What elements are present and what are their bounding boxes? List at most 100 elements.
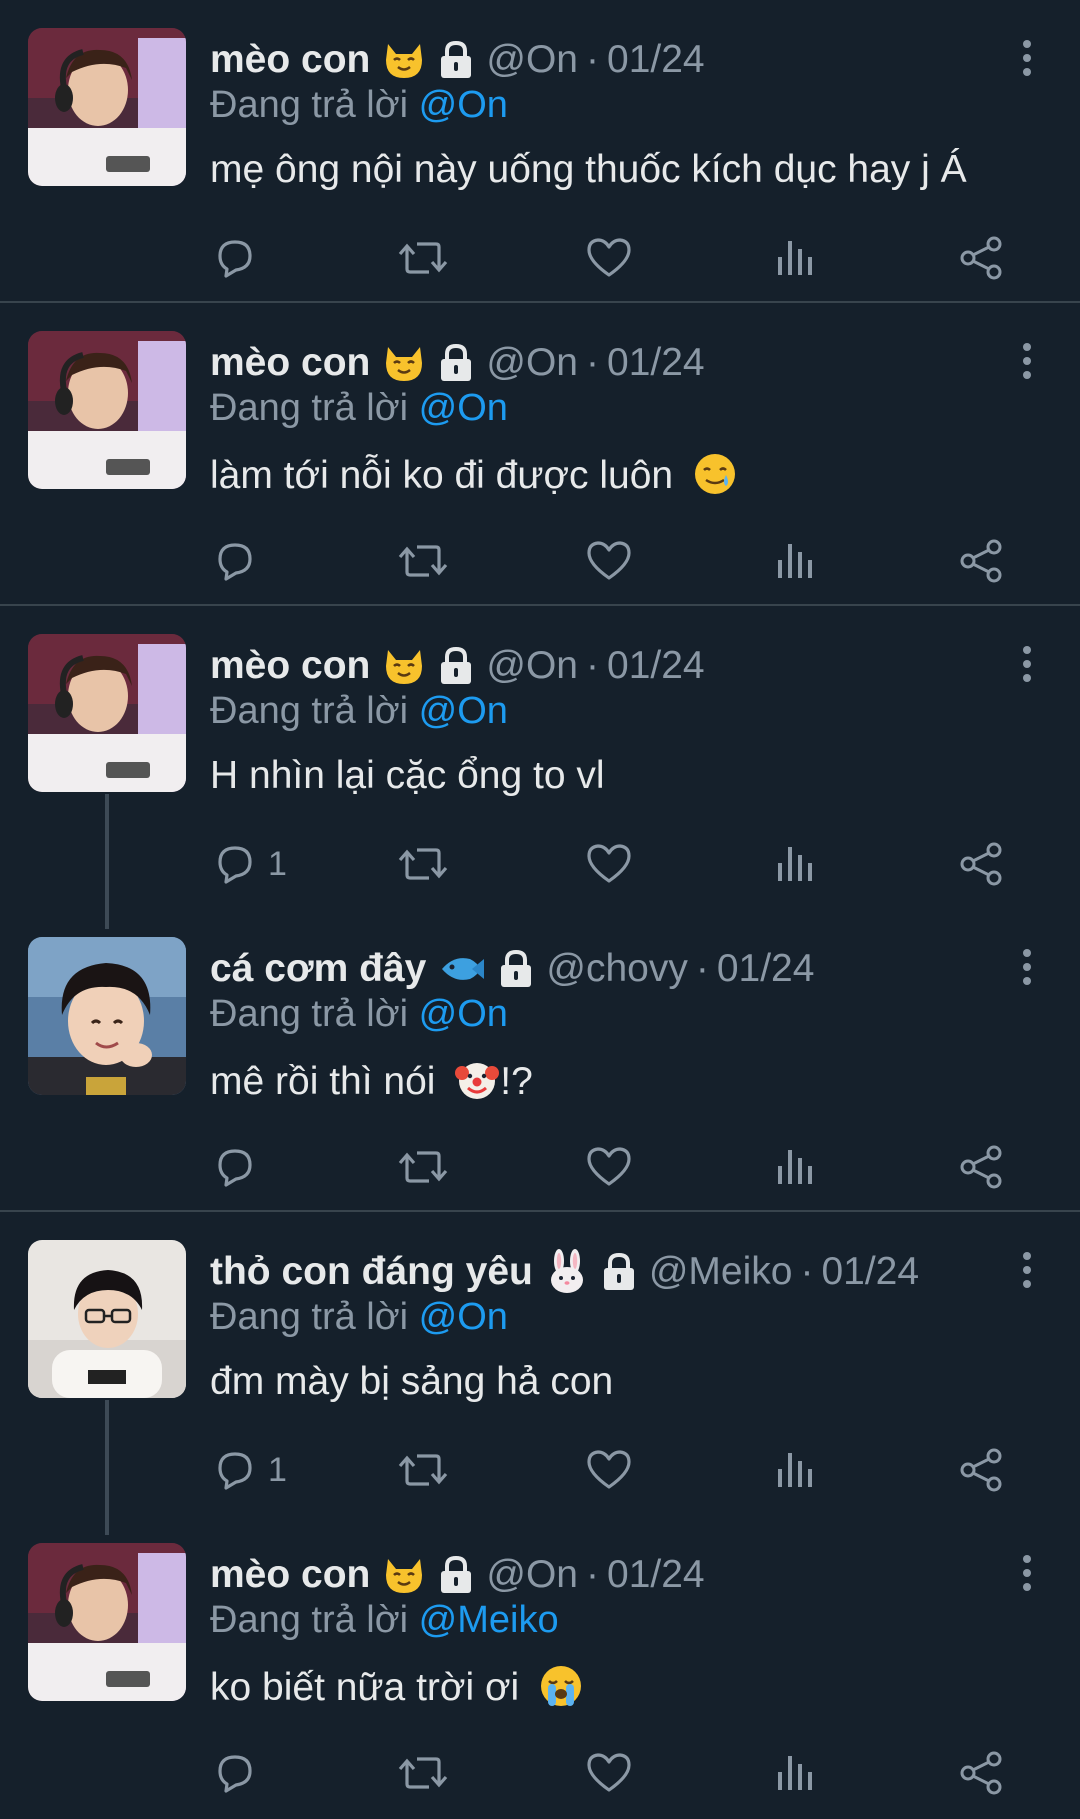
tweet[interactable]: mèo con @On · 01/24 Đang trả lời @Meiko … — [0, 1515, 1080, 1818]
lock-icon — [438, 646, 474, 686]
like-button[interactable] — [585, 230, 633, 286]
avatar[interactable] — [28, 331, 186, 489]
user-handle[interactable]: @Meiko — [649, 1250, 793, 1294]
more-vertical-icon[interactable] — [1012, 644, 1042, 684]
tweet-date[interactable]: 01/24 — [607, 341, 705, 385]
views-icon — [778, 241, 812, 275]
tweet[interactable]: mèo con @On · 01/24 Đang trả lời @On H n… — [0, 606, 1080, 929]
heart-icon — [587, 1753, 631, 1792]
retweet-button[interactable] — [397, 836, 449, 892]
retweet-button[interactable] — [397, 230, 449, 286]
tweet-date[interactable]: 01/24 — [607, 38, 705, 82]
display-name[interactable]: thỏ con đáng yêu — [210, 1250, 533, 1294]
retweet-button[interactable] — [397, 533, 449, 589]
reply-mention[interactable]: @On — [419, 993, 508, 1035]
display-name[interactable]: mèo con — [210, 38, 370, 82]
more-vertical-icon[interactable] — [1012, 1250, 1042, 1290]
display-name[interactable]: mèo con — [210, 1553, 370, 1597]
views-button[interactable] — [772, 533, 816, 589]
views-button[interactable] — [772, 1139, 816, 1195]
reply-mention[interactable]: @On — [419, 690, 508, 732]
tweet[interactable]: thỏ con đáng yêu @Meiko · 01/24 Đang trả… — [0, 1212, 1080, 1535]
replying-to-label: Đang trả lời — [210, 993, 409, 1035]
views-button[interactable] — [772, 230, 816, 286]
reply-icon — [218, 543, 252, 581]
share-button[interactable] — [958, 533, 1006, 589]
views-button[interactable] — [772, 836, 816, 892]
tweet-actions: 1 — [0, 1434, 1080, 1504]
tweet-date[interactable]: 01/24 — [607, 644, 705, 688]
heart-icon — [587, 844, 631, 883]
reply-mention[interactable]: @On — [419, 84, 508, 126]
reply-mention[interactable]: @On — [419, 387, 508, 429]
like-button[interactable] — [585, 1139, 633, 1195]
like-button[interactable] — [585, 533, 633, 589]
avatar[interactable] — [28, 28, 186, 186]
share-button[interactable] — [958, 1745, 1006, 1801]
tweet-actions — [0, 1131, 1080, 1201]
tweet-date[interactable]: 01/24 — [607, 1553, 705, 1597]
reply-button[interactable] — [212, 230, 258, 286]
more-vertical-icon[interactable] — [1012, 1553, 1042, 1593]
tweet-date[interactable]: 01/24 — [717, 947, 815, 991]
tweet-text-body: ko biết nữa trời ơi — [210, 1666, 520, 1709]
reply-button[interactable]: 1 — [212, 1442, 287, 1498]
user-handle[interactable]: @On — [486, 341, 578, 385]
share-button[interactable] — [958, 230, 1006, 286]
replying-to: Đang trả lời @On — [210, 993, 508, 1036]
avatar-image — [28, 331, 186, 489]
user-handle[interactable]: @chovy — [546, 947, 687, 991]
user-handle[interactable]: @On — [486, 38, 578, 82]
reply-button[interactable]: 1 — [212, 836, 287, 892]
tweet-text: mẹ ông nội này uống thuốc kích dục hay j… — [210, 148, 967, 192]
rabbit-face-emoji — [545, 1249, 589, 1295]
display-name[interactable]: cá cơm đây — [210, 947, 426, 991]
reply-button[interactable] — [212, 533, 258, 589]
reply-icon — [218, 240, 252, 278]
views-icon — [778, 1756, 812, 1790]
avatar[interactable] — [28, 1543, 186, 1701]
heart-icon — [587, 1450, 631, 1489]
tweet-text: H nhìn lại cặc ổng to vl — [210, 754, 605, 798]
replying-to-label: Đang trả lời — [210, 84, 409, 126]
like-button[interactable] — [585, 836, 633, 892]
views-icon — [778, 1150, 812, 1184]
tweet-date[interactable]: 01/24 — [821, 1250, 919, 1294]
display-name[interactable]: mèo con — [210, 341, 370, 385]
tweet-text: làm tới nỗi ko đi được luôn — [210, 451, 738, 507]
more-vertical-icon[interactable] — [1012, 341, 1042, 381]
avatar[interactable] — [28, 937, 186, 1095]
tweet[interactable]: mèo con @On · 01/24 Đang trả lời @On làm… — [0, 303, 1080, 606]
more-vertical-icon[interactable] — [1012, 38, 1042, 78]
reply-button[interactable] — [212, 1139, 258, 1195]
like-button[interactable] — [585, 1442, 633, 1498]
share-button[interactable] — [958, 836, 1006, 892]
lock-icon — [438, 40, 474, 80]
reply-count: 1 — [268, 1450, 287, 1489]
user-handle[interactable]: @On — [486, 644, 578, 688]
reply-button[interactable] — [212, 1745, 258, 1801]
display-name[interactable]: mèo con — [210, 644, 370, 688]
tweet[interactable]: mèo con @On · 01/24 Đang trả lời @On mẹ … — [0, 0, 1080, 303]
retweet-button[interactable] — [397, 1442, 449, 1498]
reply-icon — [218, 1452, 252, 1490]
separator-dot: · — [695, 947, 709, 990]
like-button[interactable] — [585, 1745, 633, 1801]
share-button[interactable] — [958, 1139, 1006, 1195]
reply-mention[interactable]: @Meiko — [419, 1599, 559, 1641]
share-button[interactable] — [958, 1442, 1006, 1498]
avatar[interactable] — [28, 634, 186, 792]
views-button[interactable] — [772, 1745, 816, 1801]
views-button[interactable] — [772, 1442, 816, 1498]
user-handle[interactable]: @On — [486, 1553, 578, 1597]
loudly-crying-face-emoji — [538, 1663, 584, 1719]
retweet-button[interactable] — [397, 1745, 449, 1801]
tweet[interactable]: cá cơm đây @chovy · 01/24 Đang trả lời @… — [0, 909, 1080, 1212]
fish-emoji — [438, 947, 486, 991]
retweet-button[interactable] — [397, 1139, 449, 1195]
more-vertical-icon[interactable] — [1012, 947, 1042, 987]
tweet-text: mê rồi thì nói !? — [210, 1057, 533, 1113]
avatar[interactable] — [28, 1240, 186, 1398]
reply-mention[interactable]: @On — [419, 1296, 508, 1338]
replying-to-label: Đang trả lời — [210, 1296, 409, 1338]
